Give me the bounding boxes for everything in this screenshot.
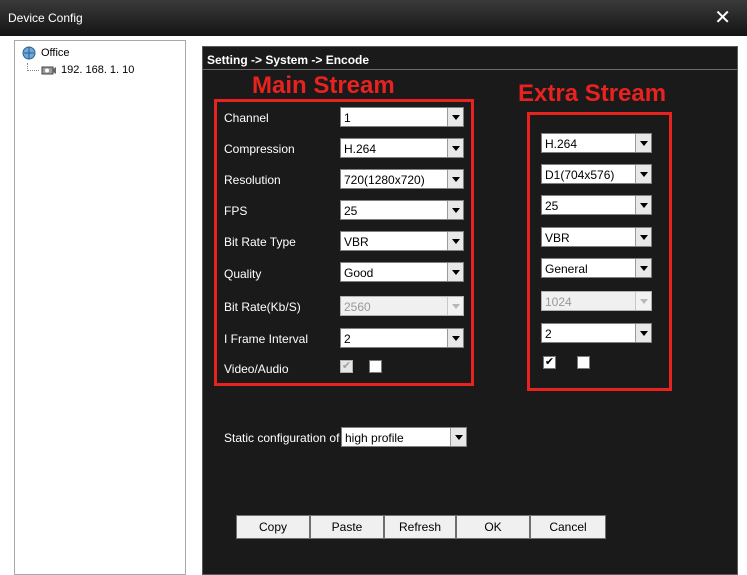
extra-bitrate-type-select[interactable]: VBR [541, 227, 652, 247]
chevron-down-icon[interactable] [635, 196, 651, 214]
select-value: high profile [345, 431, 404, 445]
chevron-down-icon[interactable] [635, 324, 651, 342]
select-value: VBR [344, 235, 369, 249]
select-value: Good [344, 266, 374, 280]
select-value: 2 [344, 332, 351, 346]
extra-resolution-select[interactable]: D1(704x576) [541, 164, 652, 184]
main-audio-checkbox[interactable] [369, 360, 382, 373]
static-config-select[interactable]: high profile [341, 427, 467, 447]
chevron-down-icon[interactable] [635, 259, 651, 277]
chevron-down-icon[interactable] [447, 170, 463, 188]
extra-audio-checkbox[interactable] [577, 356, 590, 369]
window-title: Device Config [8, 11, 83, 25]
select-value: 1024 [545, 295, 572, 309]
chevron-down-icon[interactable] [447, 108, 463, 126]
network-group-icon [21, 46, 37, 60]
breadcrumb: Setting -> System -> Encode [207, 53, 370, 67]
chevron-down-icon[interactable] [450, 428, 466, 446]
chevron-down-icon[interactable] [635, 228, 651, 246]
cancel-button[interactable]: Cancel [530, 515, 606, 539]
tree-connector [27, 63, 39, 71]
ok-button[interactable]: OK [456, 515, 530, 539]
close-icon[interactable]: ✕ [714, 8, 731, 28]
chevron-down-icon[interactable] [447, 329, 463, 347]
camera-device-icon [41, 63, 57, 77]
paste-button[interactable]: Paste [310, 515, 384, 539]
main-quality-select[interactable]: Good [340, 262, 464, 282]
chevron-down-icon [635, 292, 651, 310]
bitrate-label: Bit Rate(Kb/S) [224, 300, 301, 314]
select-value: H.264 [344, 142, 377, 156]
main-resolution-select[interactable]: 720(1280x720) [340, 169, 464, 189]
select-value: H.264 [545, 137, 578, 151]
extra-stream-frame [527, 112, 672, 391]
video-audio-label: Video/Audio [224, 362, 289, 376]
chevron-down-icon[interactable] [447, 201, 463, 219]
quality-label: Quality [224, 267, 262, 281]
select-value: 2 [545, 327, 552, 341]
panel-divider [203, 69, 737, 70]
chevron-down-icon[interactable] [447, 263, 463, 281]
chevron-down-icon[interactable] [447, 139, 463, 157]
tree-node-office[interactable]: Office [21, 46, 70, 60]
chevron-down-icon[interactable] [635, 165, 651, 183]
select-value: 2560 [344, 300, 371, 314]
main-channel-select[interactable]: 1 [340, 107, 464, 127]
resolution-label: Resolution [224, 173, 281, 187]
static-config-label: Static configuration of [224, 431, 340, 445]
tree-node-label: 192. 168. 1. 10 [61, 63, 135, 76]
select-value: VBR [545, 231, 570, 245]
select-value: General [545, 262, 588, 276]
extra-compression-select[interactable]: H.264 [541, 133, 652, 153]
fps-label: FPS [224, 204, 248, 218]
select-value: 1 [344, 111, 351, 125]
device-tree: Office 192. 168. 1. 10 [14, 40, 186, 575]
main-video-checkbox: ✔ [340, 360, 353, 373]
main-fps-select[interactable]: 25 [340, 200, 464, 220]
extra-fps-select[interactable]: 25 [541, 195, 652, 215]
tree-node-label: Office [41, 46, 70, 59]
extra-stream-heading: Extra Stream [518, 80, 667, 107]
channel-label: Channel [224, 111, 269, 125]
select-value: 25 [545, 199, 559, 213]
select-value: D1(704x576) [545, 168, 615, 182]
tree-node-device[interactable]: 192. 168. 1. 10 [27, 63, 134, 77]
title-bar: Device Config ✕ [0, 0, 747, 36]
extra-bitrate-select: 1024 [541, 291, 652, 311]
bitrate-type-label: Bit Rate Type [224, 235, 296, 249]
refresh-button[interactable]: Refresh [384, 515, 456, 539]
main-bitrate-type-select[interactable]: VBR [340, 231, 464, 251]
select-value: 25 [344, 204, 358, 218]
copy-button[interactable]: Copy [236, 515, 310, 539]
extra-iframe-interval-select[interactable]: 2 [541, 323, 652, 343]
iframe-interval-label: I Frame Interval [224, 332, 309, 346]
main-bitrate-select: 2560 [340, 296, 464, 316]
chevron-down-icon[interactable] [635, 134, 651, 152]
main-compression-select[interactable]: H.264 [340, 138, 464, 158]
extra-video-checkbox[interactable]: ✔ [543, 356, 556, 369]
extra-quality-select[interactable]: General [541, 258, 652, 278]
chevron-down-icon [447, 297, 463, 315]
main-iframe-interval-select[interactable]: 2 [340, 328, 464, 348]
select-value: 720(1280x720) [344, 173, 425, 187]
compression-label: Compression [224, 142, 295, 156]
main-stream-heading: Main Stream [252, 72, 395, 99]
chevron-down-icon[interactable] [447, 232, 463, 250]
